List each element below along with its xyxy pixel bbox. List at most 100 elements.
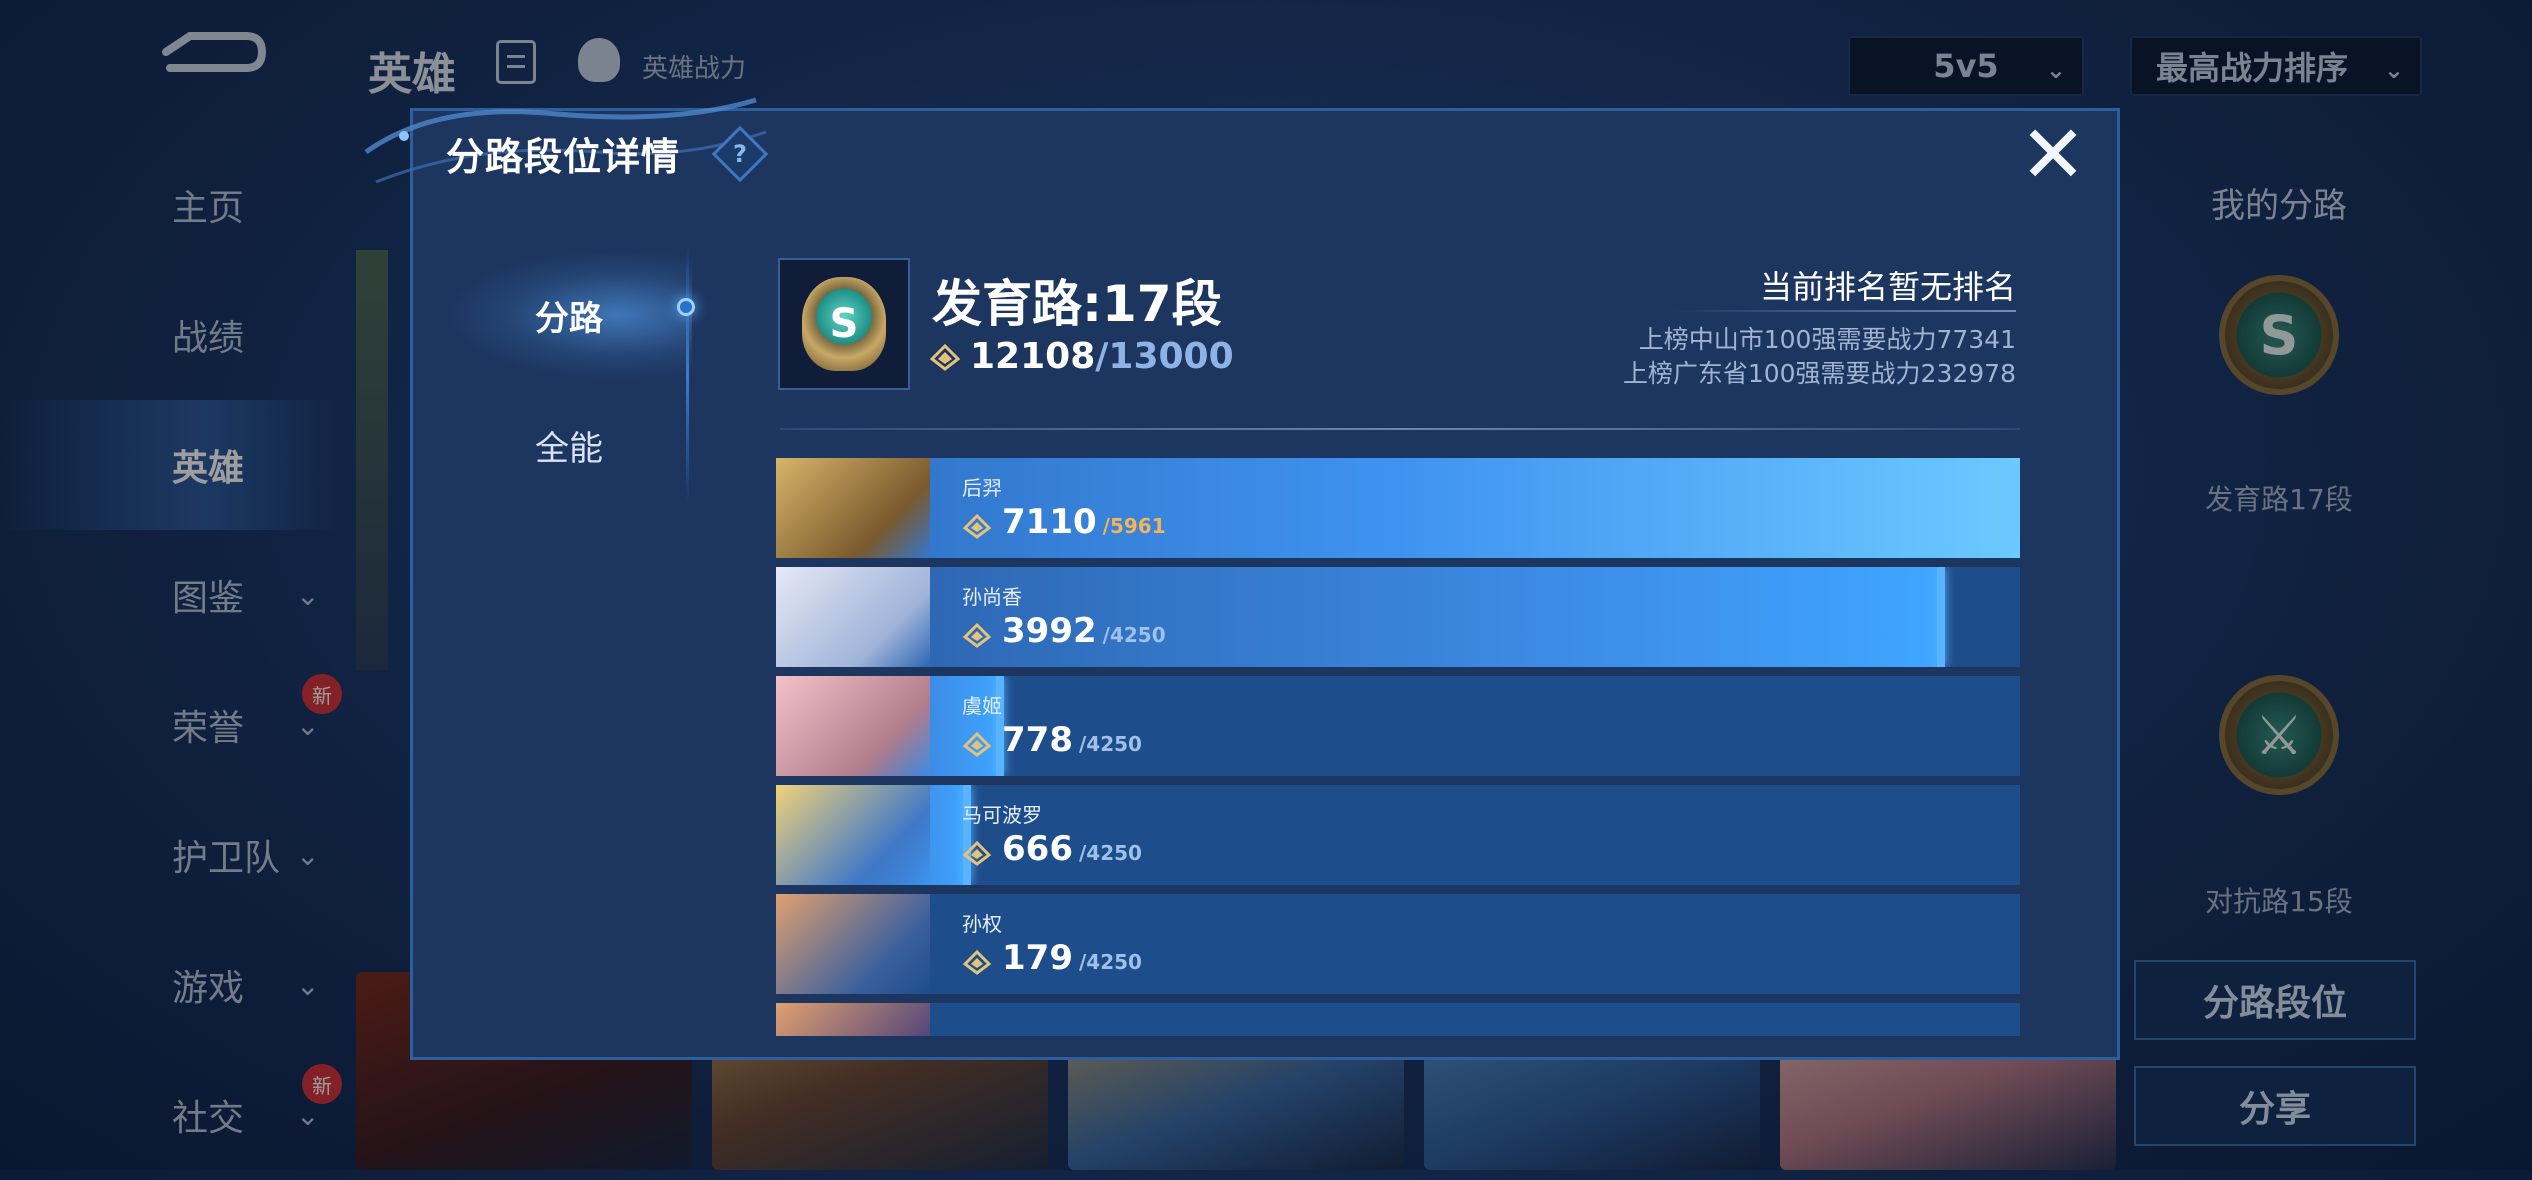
hero-power-list[interactable]: 后羿 7110/5961 孙尚香 3992/4250 虞姬 778/4250 马可波罗 666… bbox=[776, 458, 2020, 1036]
chevron-down-icon: ⌄ bbox=[2383, 56, 2404, 84]
lane-emblem-icon: ⚔ bbox=[2219, 675, 2339, 795]
hero-name: 虞姬 bbox=[962, 694, 1002, 718]
lane-emblem-card[interactable]: S bbox=[2134, 240, 2424, 430]
hero-power-cap: /4250 bbox=[1078, 950, 1142, 974]
hero-power-cap: /4250 bbox=[1078, 841, 1142, 865]
nav-item-guard-team[interactable]: 护卫队 ⌄ bbox=[0, 790, 340, 920]
rank-requirement-city: 上榜中山市100强需要战力77341 bbox=[1638, 325, 2016, 354]
tab-lanes[interactable]: 分路 bbox=[446, 250, 692, 380]
nav-item-games[interactable]: 游戏 ⌄ bbox=[0, 920, 340, 1050]
nav-label: 主页 bbox=[172, 188, 245, 229]
rank-status: 当前排名暂无排名 bbox=[1759, 268, 2016, 306]
tab-label: 分路 bbox=[535, 298, 603, 339]
hero-name: 马可波罗 bbox=[962, 803, 1042, 827]
close-icon: ✕ bbox=[2019, 108, 2087, 201]
power-icon bbox=[929, 343, 961, 371]
hero-power-icon[interactable] bbox=[578, 38, 620, 82]
power-icon bbox=[962, 622, 992, 648]
hero-row[interactable] bbox=[776, 1003, 2020, 1036]
lane-emblem-card[interactable]: ⚔ bbox=[2134, 640, 2424, 830]
chevron-down-icon: ⌄ bbox=[296, 1098, 320, 1132]
help-glyph: ? bbox=[733, 140, 747, 168]
chevron-down-icon: ⌄ bbox=[296, 968, 320, 1002]
hero-power-cap: /4250 bbox=[1102, 623, 1166, 647]
hero-power: 3992/4250 bbox=[962, 611, 1166, 651]
hero-avatar bbox=[776, 458, 930, 558]
modal-tabs: 分路 全能 bbox=[446, 250, 692, 510]
nav-item-codex[interactable]: 图鉴 ⌄ bbox=[0, 530, 340, 660]
rank-underline bbox=[1670, 310, 2016, 312]
hero-power: 666/4250 bbox=[962, 829, 1142, 869]
tab-label: 全能 bbox=[535, 428, 603, 469]
mode-select[interactable]: 5v5 ⌄ bbox=[1848, 36, 2084, 96]
nav-item-honor[interactable]: 荣誉 ⌄ 新 bbox=[0, 660, 342, 790]
hero-row[interactable]: 孙尚香 3992/4250 bbox=[776, 567, 2020, 667]
hero-power-tab[interactable]: 英雄战力 bbox=[642, 48, 746, 85]
hero-power-value: 179 bbox=[1002, 938, 1073, 978]
power-current: 12108 bbox=[970, 336, 1096, 377]
hero-power-value: 778 bbox=[1002, 720, 1073, 760]
lane2-label: 对抗路15段 bbox=[2205, 885, 2353, 918]
nav-label: 图鉴 bbox=[172, 578, 245, 619]
hero-row[interactable]: 孙权 179/4250 bbox=[776, 894, 2020, 994]
nav-label: 战绩 bbox=[172, 318, 245, 359]
close-button[interactable]: ✕ bbox=[2018, 115, 2088, 195]
new-badge: 新 bbox=[302, 1064, 342, 1104]
nav-label: 英雄 bbox=[172, 448, 245, 489]
lane-rank-button[interactable]: 分路段位 bbox=[2134, 960, 2416, 1040]
hero-name: 孙权 bbox=[962, 912, 1002, 936]
hero-avatar bbox=[776, 785, 930, 885]
chevron-down-icon: ⌄ bbox=[296, 838, 320, 872]
sort-select[interactable]: 最高战力排序 ⌄ bbox=[2130, 36, 2422, 96]
back-icon[interactable] bbox=[150, 28, 270, 90]
lane-emblem: S bbox=[778, 258, 910, 390]
nav-label: 荣誉 bbox=[172, 708, 245, 749]
active-tab-indicator bbox=[677, 298, 695, 316]
power-icon bbox=[962, 731, 992, 757]
hero-power: 7110/5961 bbox=[962, 502, 1166, 542]
hero-avatar bbox=[776, 567, 930, 667]
power-progress-fill bbox=[776, 567, 1946, 667]
tab-all-round[interactable]: 全能 bbox=[446, 380, 692, 510]
hero-power: 778/4250 bbox=[962, 720, 1142, 760]
nav-label: 游戏 bbox=[172, 968, 245, 1009]
power-icon bbox=[962, 513, 992, 539]
chevron-down-icon: ⌄ bbox=[2045, 56, 2066, 84]
nav-item-heroes[interactable]: 英雄 bbox=[0, 400, 340, 530]
lane1-label: 发育路17段 bbox=[2205, 483, 2353, 516]
nav-item-social[interactable]: 社交 ⌄ 新 bbox=[0, 1050, 342, 1180]
my-lanes-panel: 我的分路 S 发育路17段 ⚔ 对抗路15段 分路段位 分享 bbox=[2134, 140, 2424, 1146]
hero-power-cap: /5961 bbox=[1102, 514, 1166, 538]
hero-avatar bbox=[776, 1003, 930, 1036]
power-progress-edge bbox=[1937, 567, 1946, 667]
chevron-down-icon: ⌄ bbox=[296, 708, 320, 742]
rank-requirement-province: 上榜广东省100强需要战力232978 bbox=[1622, 359, 2016, 388]
header-divider bbox=[780, 428, 2020, 430]
hero-row[interactable]: 马可波罗 666/4250 bbox=[776, 785, 2020, 885]
new-badge: 新 bbox=[302, 674, 342, 714]
share-button[interactable]: 分享 bbox=[2134, 1066, 2416, 1146]
lane-name: 发育路:17段 bbox=[932, 275, 1222, 333]
power-icon bbox=[962, 949, 992, 975]
tab-divider bbox=[686, 246, 689, 502]
sort-select-value: 最高战力排序 bbox=[2156, 49, 2349, 87]
hero-row[interactable]: 虞姬 778/4250 bbox=[776, 676, 2020, 776]
lane-power: 12108/13000 bbox=[928, 336, 1234, 377]
hero-avatar bbox=[776, 676, 930, 776]
hero-name: 后羿 bbox=[962, 476, 1002, 500]
hero-power-cap: /4250 bbox=[1078, 732, 1142, 756]
power-icon bbox=[962, 840, 992, 866]
hero-row[interactable]: 后羿 7110/5961 bbox=[776, 458, 2020, 558]
power-target: 13000 bbox=[1108, 336, 1234, 377]
side-navigation: 主页 战绩 英雄 图鉴 ⌄ 荣誉 ⌄ 新 护卫队 ⌄ 游戏 ⌄ 社交 ⌄ 新 bbox=[0, 140, 342, 1180]
hero-avatar bbox=[776, 894, 930, 994]
nav-item-home[interactable]: 主页 bbox=[0, 140, 340, 270]
hero-power-value: 3992 bbox=[1002, 611, 1097, 651]
hero-card-edge bbox=[356, 250, 388, 670]
mode-select-value: 5v5 bbox=[1933, 47, 1999, 85]
my-lanes-title: 我的分路 bbox=[2211, 186, 2347, 226]
list-icon[interactable] bbox=[496, 40, 536, 84]
nav-label: 社交 bbox=[172, 1098, 245, 1139]
nav-item-record[interactable]: 战绩 bbox=[0, 270, 340, 400]
modal-title: 分路段位详情 bbox=[446, 135, 681, 179]
